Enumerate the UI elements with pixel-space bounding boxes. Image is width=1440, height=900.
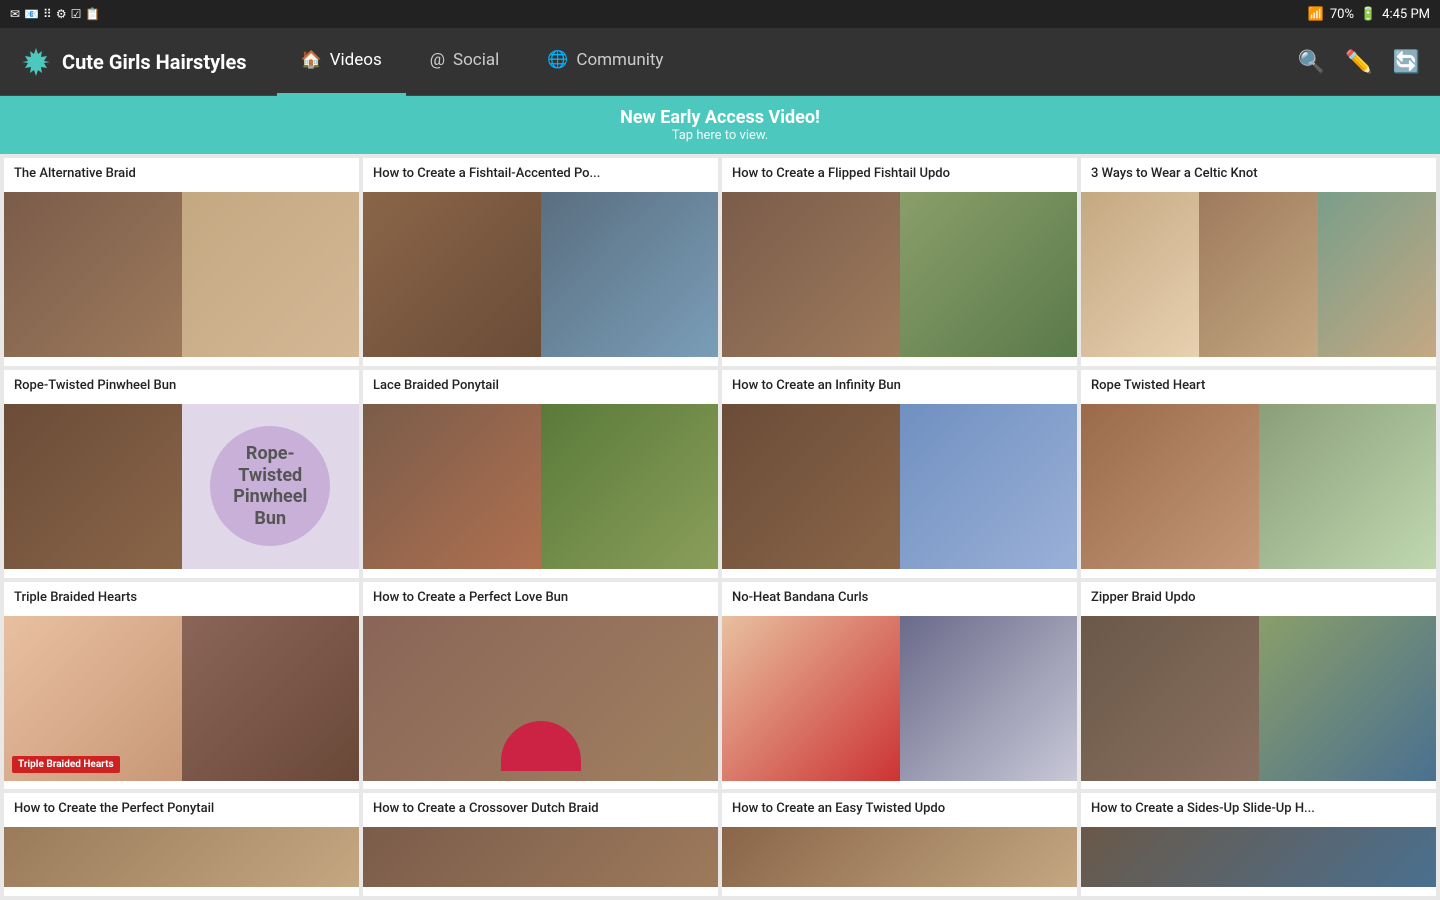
video-card-2[interactable]: How to Create a Fishtail-Accented Po... [363,158,718,366]
video-title-13: How to Create the Perfect Ponytail [4,793,359,827]
time-display: 4:45 PM [1382,7,1430,22]
video-title-14: How to Create a Crossover Dutch Braid [363,793,718,827]
nav-actions: 🔍 ✏️ 🔄 [1298,49,1420,75]
video-card-11[interactable]: No-Heat Bandana Curls [722,582,1077,790]
video-card-15[interactable]: How to Create an Easy Twisted Updo [722,793,1077,896]
video-card-13[interactable]: How to Create the Perfect Ponytail [4,793,359,896]
banner-subtitle: Tap here to view. [672,128,769,143]
video-title-7: How to Create an Infinity Bun [722,370,1077,404]
tab-community[interactable]: 🌐 Community [523,28,687,96]
tab-social-label: Social [453,50,499,70]
rope-text-overlay: Rope-TwistedPinwheelBun [210,426,330,546]
video-card-9[interactable]: Triple Braided Hearts Triple Braided Hea… [4,582,359,790]
banner-title: New Early Access Video! [620,107,820,128]
drag-icon: ⠿ [43,7,52,21]
status-bar: ✉ 📧 ⠿ ⚙ ☑ 📋 📶 70% 🔋 4:45 PM [0,0,1440,28]
video-thumb-9: Triple Braided Hearts [4,616,359,781]
video-thumb-5: Rope-TwistedPinwheelBun [4,404,359,569]
tab-social[interactable]: @ Social [406,28,523,96]
video-thumb-8 [1081,404,1436,569]
video-thumb-1 [4,192,359,357]
video-thumb-2 [363,192,718,357]
video-thumb-4 [1081,192,1436,357]
video-card-12[interactable]: Zipper Braid Updo [1081,582,1436,790]
video-thumb-10 [363,616,718,781]
brand-name: Cute Girls Hairstyles [62,50,247,74]
video-card-1[interactable]: The Alternative Braid [4,158,359,366]
video-title-5: Rope-Twisted Pinwheel Bun [4,370,359,404]
video-thumb-14 [363,827,718,887]
video-title-15: How to Create an Easy Twisted Updo [722,793,1077,827]
task-icon: ☑ [71,7,82,21]
video-card-10[interactable]: How to Create a Perfect Love Bun [363,582,718,790]
video-card-4[interactable]: 3 Ways to Wear a Celtic Knot [1081,158,1436,366]
video-card-14[interactable]: How to Create a Crossover Dutch Braid [363,793,718,896]
video-title-11: No-Heat Bandana Curls [722,582,1077,616]
video-card-5[interactable]: Rope-Twisted Pinwheel Bun Rope-TwistedPi… [4,370,359,578]
brand-gear-icon [20,46,52,78]
clipboard-icon: 📋 [85,7,100,21]
battery-icon: 🔋 [1360,7,1376,22]
video-title-12: Zipper Braid Updo [1081,582,1436,616]
at-icon: @ [430,50,445,70]
video-thumb-11 [722,616,1077,781]
video-grid: The Alternative Braid How to Create a Fi… [0,154,1440,900]
video-title-9: Triple Braided Hearts [4,582,359,616]
video-title-1: The Alternative Braid [4,158,359,192]
video-thumb-13 [4,827,359,887]
video-title-3: How to Create a Flipped Fishtail Updo [722,158,1077,192]
refresh-button[interactable]: 🔄 [1393,49,1420,75]
email-icon: 📧 [24,7,39,21]
battery-level: 70% [1330,7,1354,22]
banner[interactable]: New Early Access Video! Tap here to view… [0,96,1440,154]
nav-tabs: 🏠 Videos @ Social 🌐 Community [277,28,1298,96]
settings-icon: ⚙ [56,7,67,21]
video-card-6[interactable]: Lace Braided Ponytail [363,370,718,578]
video-card-16[interactable]: How to Create a Sides-Up Slide-Up H... [1081,793,1436,896]
nav-bar: Cute Girls Hairstyles 🏠 Videos @ Social … [0,28,1440,96]
triple-braided-hearts-label: Triple Braided Hearts [12,756,120,773]
edit-button[interactable]: ✏️ [1345,49,1372,75]
tab-videos[interactable]: 🏠 Videos [277,28,406,96]
tab-videos-label: Videos [330,50,382,70]
search-button[interactable]: 🔍 [1298,49,1325,75]
status-icons: ✉ 📧 ⠿ ⚙ ☑ 📋 [10,7,100,21]
video-title-16: How to Create a Sides-Up Slide-Up H... [1081,793,1436,827]
nav-brand: Cute Girls Hairstyles [20,46,247,78]
video-thumb-16 [1081,827,1436,887]
globe-icon: 🌐 [547,50,568,70]
video-title-10: How to Create a Perfect Love Bun [363,582,718,616]
msg-icon: ✉ [10,7,20,21]
video-card-8[interactable]: Rope Twisted Heart [1081,370,1436,578]
video-title-4: 3 Ways to Wear a Celtic Knot [1081,158,1436,192]
video-title-2: How to Create a Fishtail-Accented Po... [363,158,718,192]
video-thumb-3 [722,192,1077,357]
video-title-6: Lace Braided Ponytail [363,370,718,404]
wifi-icon: 📶 [1308,7,1324,22]
video-thumb-7 [722,404,1077,569]
video-title-8: Rope Twisted Heart [1081,370,1436,404]
home-icon: 🏠 [301,50,322,70]
video-thumb-6 [363,404,718,569]
video-card-7[interactable]: How to Create an Infinity Bun [722,370,1077,578]
status-right: 📶 70% 🔋 4:45 PM [1308,7,1430,22]
video-thumb-12 [1081,616,1436,781]
video-thumb-15 [722,827,1077,887]
tab-community-label: Community [576,50,663,70]
video-card-3[interactable]: How to Create a Flipped Fishtail Updo [722,158,1077,366]
